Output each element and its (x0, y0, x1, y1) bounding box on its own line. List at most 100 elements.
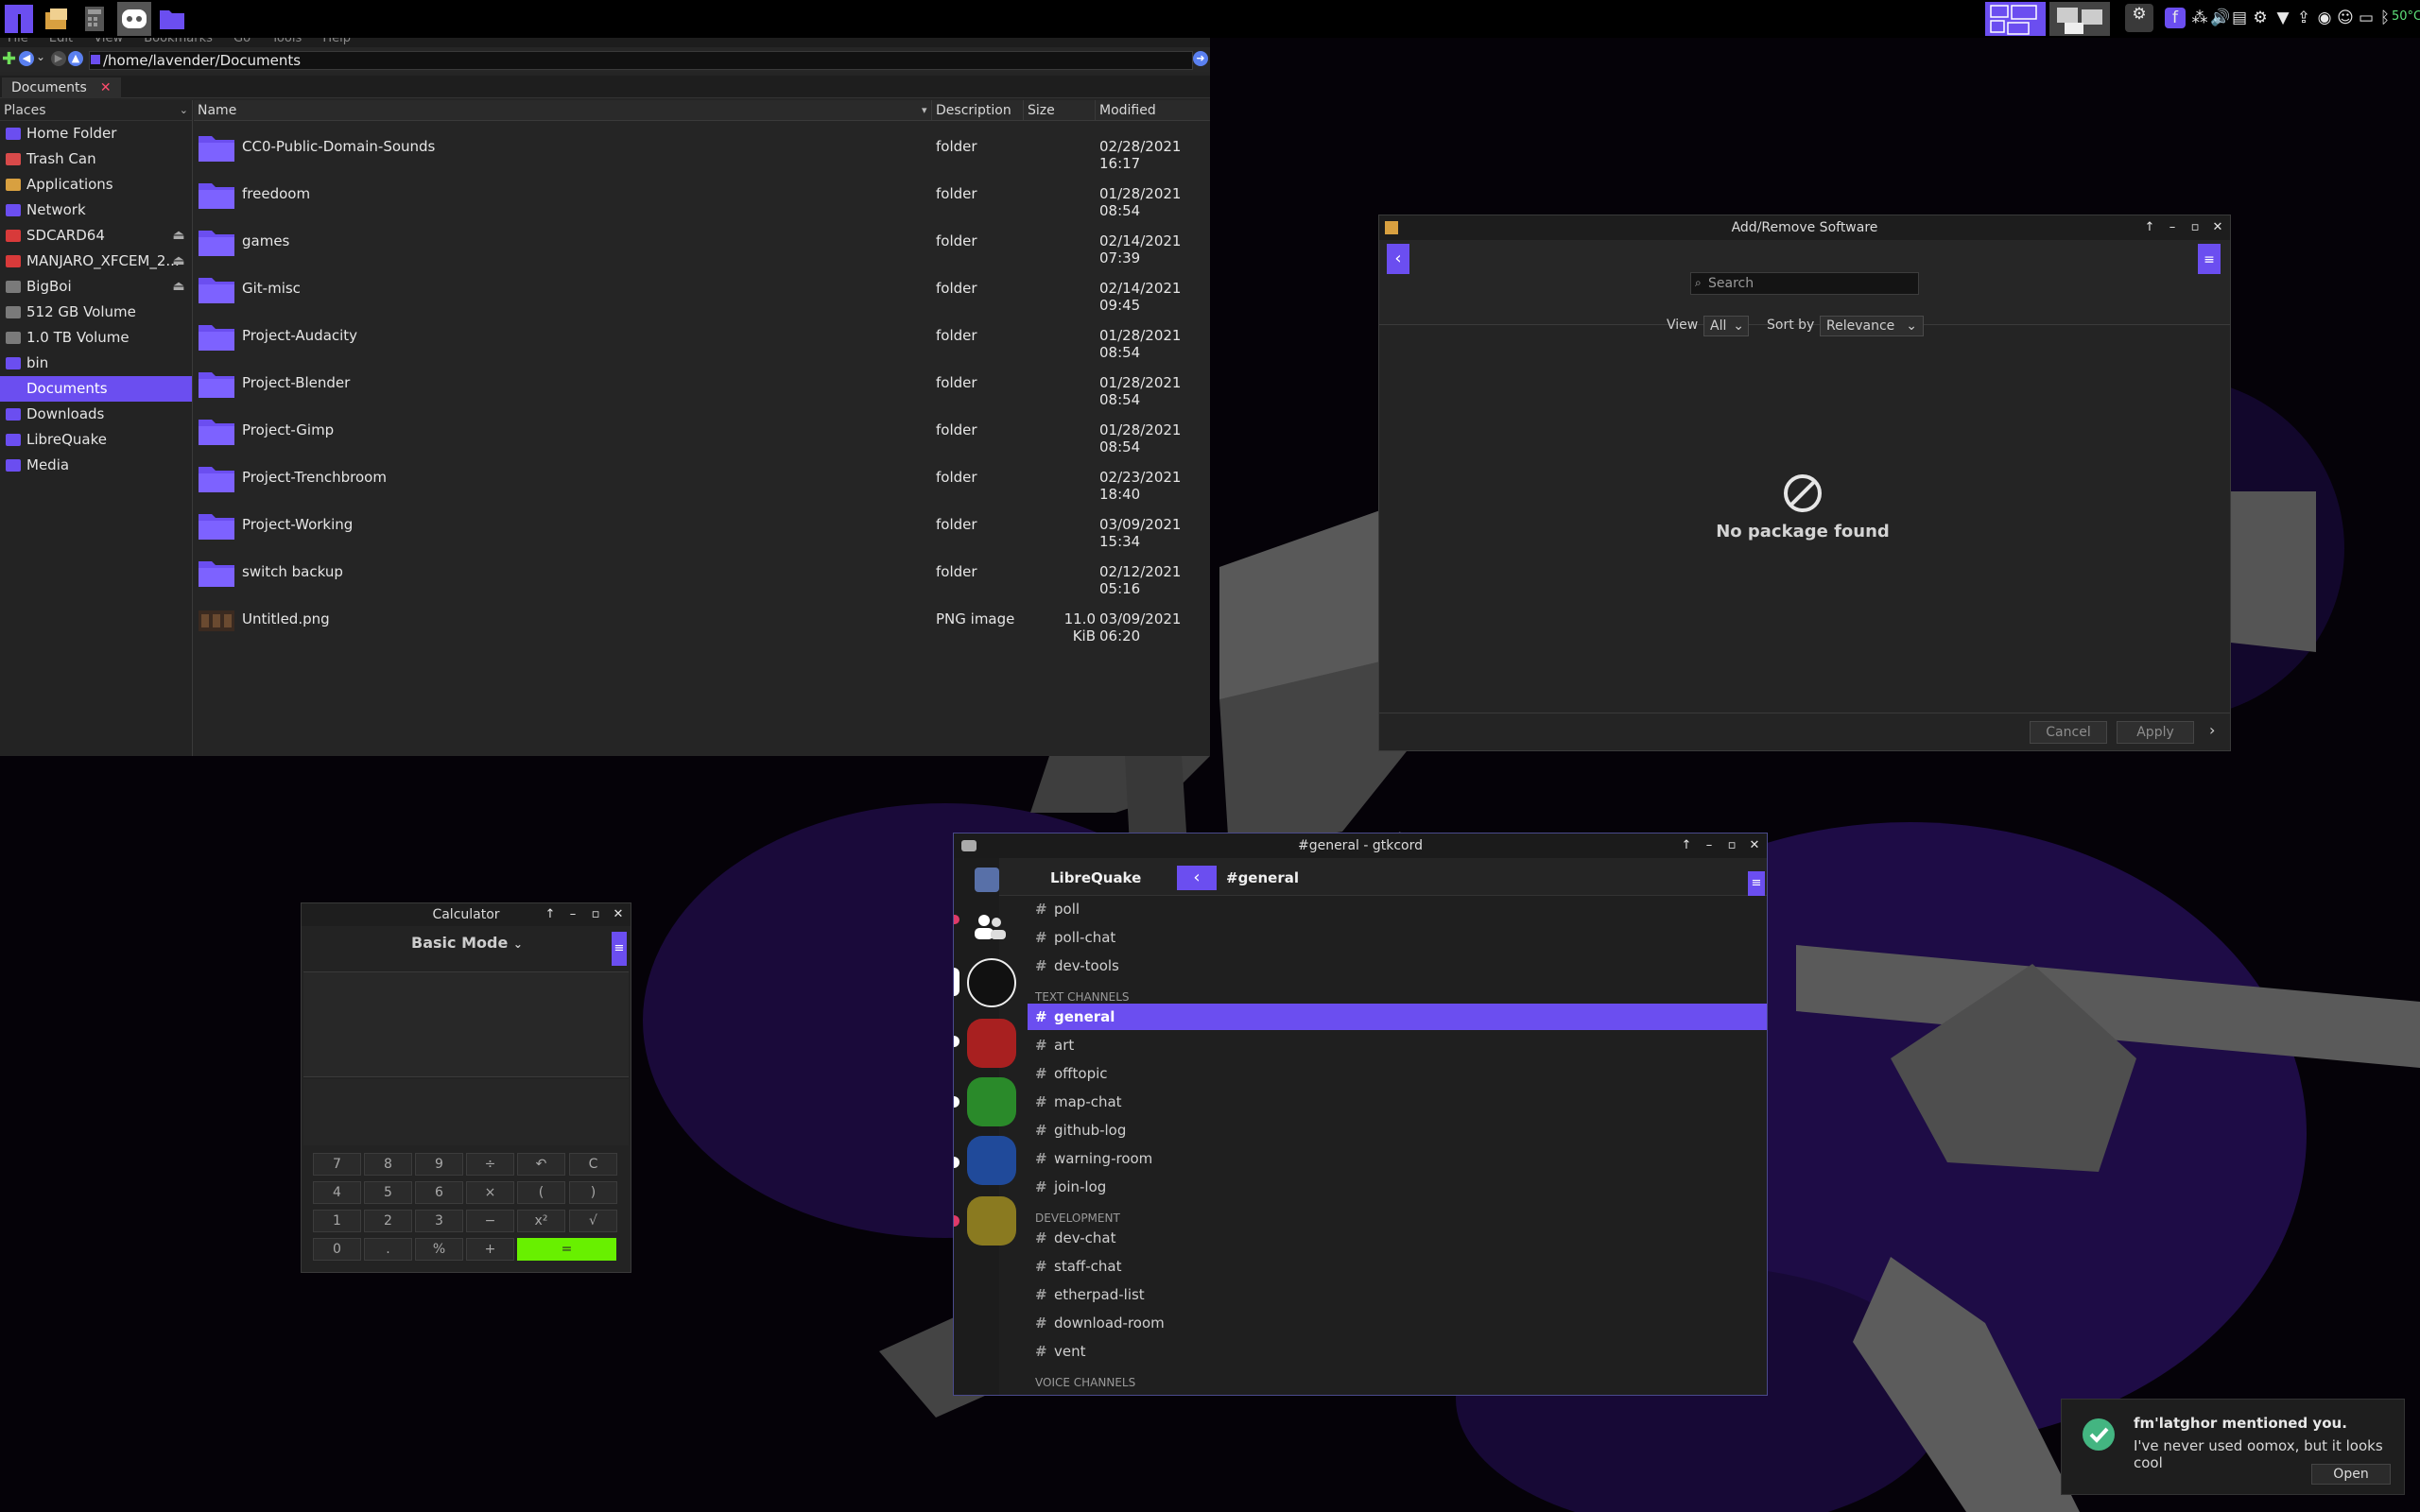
minimize-icon[interactable]: – (1703, 839, 1716, 852)
calc-key-9[interactable]: 9 (415, 1153, 463, 1176)
calc-key-x[interactable]: x² (517, 1210, 565, 1232)
update-icon[interactable]: ⇪ (2293, 8, 2314, 28)
calc-key-symbol[interactable]: ( (517, 1181, 565, 1204)
menu-help[interactable]: Help (322, 38, 351, 45)
table-row[interactable]: Project-Gimp folder 01/28/2021 08:54 (194, 406, 1210, 455)
file-manager-launcher-icon[interactable] (40, 2, 74, 36)
minimize-icon[interactable]: – (566, 908, 579, 921)
calc-key-symbol[interactable]: ↶ (517, 1153, 565, 1176)
menu-bookmarks[interactable]: Bookmarks (144, 38, 213, 45)
close-icon[interactable]: ✕ (612, 908, 625, 921)
search-input[interactable]: Search (1690, 272, 1919, 295)
calc-key-symbol[interactable]: − (466, 1210, 514, 1232)
calc-key-3[interactable]: 3 (415, 1210, 463, 1232)
channel-item-offtopic[interactable]: # offtopic (1028, 1060, 1767, 1087)
gear-tray-icon[interactable]: ⚙ (2250, 8, 2271, 28)
channel-item-github-log[interactable]: # github-log (1028, 1117, 1767, 1143)
equation-display[interactable] (303, 971, 629, 1077)
network-tray-icon[interactable]: ⁂ (2189, 8, 2210, 28)
sidebar-item-1-0-tb-volume[interactable]: 1.0 TB Volume (0, 325, 192, 351)
sidebar-item-bin[interactable]: bin (0, 351, 192, 376)
calc-key-symbol[interactable]: % (415, 1238, 463, 1261)
channel-item-general[interactable]: # general (1028, 1004, 1767, 1030)
channel-category[interactable]: TEXT CHANNELS (1035, 990, 1130, 1004)
guild-folder-red[interactable] (967, 1019, 1016, 1068)
table-row[interactable]: CC0-Public-Domain-Sounds folder 02/28/2021… (194, 123, 1210, 172)
sort-dropdown[interactable]: Relevance ⌄ (1820, 316, 1924, 336)
column-name[interactable]: Name (194, 100, 931, 121)
tab-documents[interactable]: Documents ✕ (2, 77, 121, 98)
sidebar-item-manjaro-xfcem-2[interactable]: MANJARO_XFCEM_2... ⏏ (0, 249, 192, 274)
guild-folder-green[interactable] (967, 1077, 1016, 1126)
calc-key-symbol[interactable]: ÷ (466, 1153, 514, 1176)
calc-key-0[interactable]: 0 (313, 1238, 361, 1261)
close-icon[interactable]: ✕ (2211, 221, 2224, 234)
folder-launcher-icon[interactable] (155, 2, 189, 36)
channel-item-download-room[interactable]: # download-room (1028, 1310, 1767, 1336)
maximize-icon[interactable]: ▫ (1725, 839, 1738, 852)
menu-file[interactable]: File (8, 38, 28, 45)
table-row[interactable]: Untitled.png PNG image 11.0 KiB 03/09/2021 … (194, 595, 1210, 644)
menu-view[interactable]: View (94, 38, 123, 45)
sidebar-item-documents[interactable]: Documents (0, 376, 192, 402)
go-icon[interactable]: ➜ (1193, 51, 1208, 66)
facebook-icon[interactable]: f (2165, 8, 2186, 28)
channel-item-vent[interactable]: # vent (1028, 1338, 1767, 1365)
back-button[interactable]: ‹ (1177, 866, 1217, 890)
minimize-icon[interactable]: – (2166, 221, 2179, 234)
eject-icon[interactable]: ⏏ (169, 229, 188, 243)
sidebar-item-trash-can[interactable]: Trash Can (0, 146, 192, 172)
window-titlebar[interactable]: Add/Remove Software ↑ – ▫ ✕ (1379, 215, 2230, 240)
window-titlebar[interactable]: Calculator ↑ – ▫ ✕ (302, 903, 631, 926)
table-row[interactable]: Project-Working folder 03/09/2021 15:34 (194, 501, 1210, 550)
channel-item-poll-chat[interactable]: # poll-chat (1028, 924, 1767, 951)
keep-above-icon[interactable]: ↑ (544, 908, 557, 921)
channel-item-warning-room[interactable]: # warning-room (1028, 1145, 1767, 1172)
mode-selector[interactable]: Basic Mode ⌄ (302, 934, 632, 952)
window-titlebar[interactable]: #general - gtkcord ↑ – ▫ ✕ (954, 833, 1767, 858)
new-tab-icon[interactable]: ✚ (2, 51, 16, 68)
menu-tools[interactable]: Tools (271, 38, 302, 45)
table-row[interactable]: Project-Audacity folder 01/28/2021 08:54 (194, 312, 1210, 361)
open-button[interactable]: Open (2311, 1464, 2391, 1485)
calc-key-6[interactable]: 6 (415, 1181, 463, 1204)
sidebar-item-network[interactable]: Network (0, 198, 192, 223)
sidebar-item-home-folder[interactable]: Home Folder (0, 121, 192, 146)
sort-chevron-icon[interactable]: ▾ (918, 100, 927, 121)
apply-button[interactable]: Apply (2117, 721, 2194, 744)
calc-key-2[interactable]: 2 (364, 1210, 412, 1232)
eject-icon[interactable]: ⏏ (169, 254, 188, 268)
calculator-menu-button[interactable]: ≡ (612, 932, 627, 966)
sidebar-item-librequake[interactable]: LibreQuake (0, 427, 192, 453)
menu-button[interactable]: ≡ (1748, 871, 1765, 896)
keep-above-icon[interactable]: ↑ (2143, 221, 2156, 234)
menu-go[interactable]: Go (233, 38, 251, 45)
close-icon[interactable]: ✕ (1748, 839, 1761, 852)
guild-librequake[interactable] (967, 958, 1016, 1007)
chevron-down-icon[interactable]: ⌄ (180, 100, 188, 121)
channel-item-etherpad-list[interactable]: # etherpad-list (1028, 1281, 1767, 1308)
channel-category[interactable]: DEVELOPMENT (1035, 1211, 1120, 1225)
channel-item-art[interactable]: # art (1028, 1032, 1767, 1058)
channel-item-map-chat[interactable]: # map-chat (1028, 1089, 1767, 1115)
discord-tray-icon[interactable]: ☺ (2335, 8, 2356, 28)
calc-key-symbol[interactable]: + (466, 1238, 514, 1261)
column-modified[interactable]: Modified (1095, 100, 1210, 121)
guild-folder-blue[interactable] (967, 1136, 1016, 1185)
calc-key-1[interactable]: 1 (313, 1210, 361, 1232)
forward-icon[interactable]: ▶ (51, 51, 66, 66)
column-size[interactable]: Size (1023, 100, 1095, 121)
steam-icon[interactable]: ◉ (2314, 8, 2335, 28)
back-button[interactable]: ‹ (1387, 244, 1409, 274)
back-icon[interactable]: ◀ (19, 51, 34, 66)
workspace-pager[interactable] (1983, 0, 2125, 38)
menu-edit[interactable]: Edit (49, 38, 73, 45)
channel-item-poll[interactable]: # poll (1028, 896, 1767, 922)
up-icon[interactable]: ▲ (68, 51, 83, 66)
menu-button[interactable]: ≡ (2198, 244, 2221, 274)
chevron-right-icon[interactable]: › (2209, 721, 2215, 739)
calc-key-symbol[interactable]: × (466, 1181, 514, 1204)
path-input[interactable]: /home/lavender/Documents (89, 51, 1193, 70)
gtkcord-launcher-icon[interactable] (117, 2, 151, 36)
maximize-icon[interactable]: ▫ (589, 908, 602, 921)
